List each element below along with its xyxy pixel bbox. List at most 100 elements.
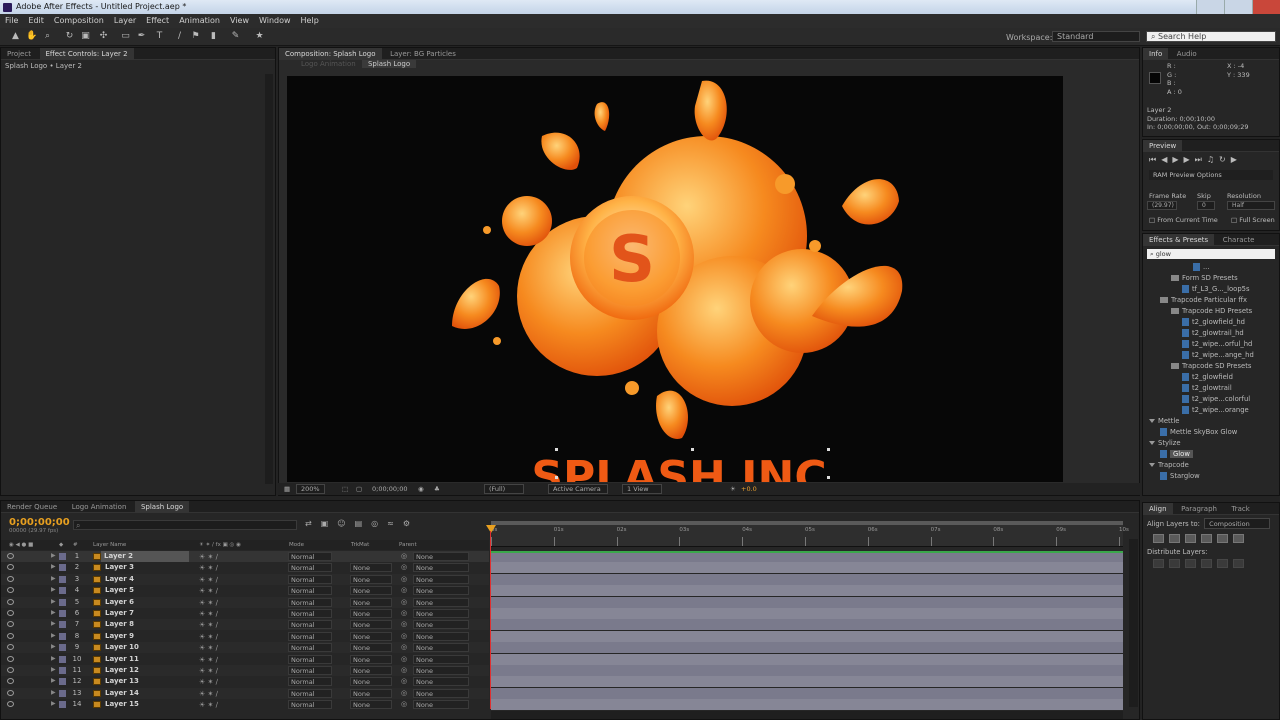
- layer-switches-icon[interactable]: ☀ ✶ ∕: [199, 701, 218, 709]
- tab-paragraph[interactable]: Paragraph: [1175, 503, 1223, 515]
- layer-name[interactable]: Layer 9: [105, 631, 134, 642]
- layer-switches-icon[interactable]: ☀ ✶ ∕: [199, 621, 218, 629]
- expand-layer-icon[interactable]: ▶: [51, 609, 56, 616]
- pen-tool-icon[interactable]: ✒: [136, 31, 147, 42]
- parent-select[interactable]: None: [413, 609, 469, 618]
- parent-select[interactable]: None: [413, 597, 469, 607]
- expand-layer-icon[interactable]: ▶: [51, 655, 56, 662]
- visibility-eye-icon[interactable]: [7, 689, 14, 696]
- tab-layer-bg-particles[interactable]: Layer: BG Particles: [384, 48, 462, 60]
- track-matte-select[interactable]: None: [350, 620, 392, 630]
- visibility-eye-icon[interactable]: [7, 667, 14, 673]
- minimize-button[interactable]: [1196, 0, 1224, 14]
- expand-layer-icon[interactable]: ▶: [51, 563, 56, 570]
- rotate-tool-icon[interactable]: ↻: [64, 31, 75, 42]
- track-matte-select[interactable]: None: [350, 631, 392, 641]
- exposure-value[interactable]: +0.0: [741, 483, 757, 495]
- label-color-swatch[interactable]: [59, 610, 66, 617]
- layer-row[interactable]: ▶ 14 Layer 15 ☀ ✶ ∕ Normal None ◎ None: [1, 699, 489, 711]
- grid-icon[interactable]: ▦: [284, 483, 290, 495]
- blend-mode-select[interactable]: Normal: [288, 700, 332, 710]
- expand-layer-icon[interactable]: ▶: [51, 677, 56, 684]
- effect-preset-item[interactable]: ...: [1143, 262, 1279, 273]
- layer-duration-bar[interactable]: [491, 562, 1123, 574]
- label-color-swatch[interactable]: [59, 598, 66, 606]
- blend-mode-select[interactable]: Normal: [288, 574, 332, 584]
- next-frame-icon[interactable]: ▶: [1184, 155, 1195, 164]
- snapshot-icon[interactable]: ◉: [418, 483, 424, 495]
- zoom-select[interactable]: 200%: [296, 484, 325, 494]
- full-screen-checkbox[interactable]: □ Full Screen: [1231, 216, 1275, 224]
- distribute-left-icon[interactable]: [1201, 559, 1212, 568]
- layer-row[interactable]: ▶ 1 Layer 2 ☀ ✶ ∕ Normal ◎ None: [1, 551, 489, 562]
- parent-select[interactable]: None: [413, 654, 469, 664]
- track-matte-select[interactable]: None: [350, 688, 392, 698]
- layer-switches-icon[interactable]: ☀ ✶ ∕: [199, 576, 218, 584]
- visibility-eye-icon[interactable]: [7, 701, 14, 708]
- expand-layer-icon[interactable]: ▶: [51, 620, 56, 627]
- layer-row[interactable]: ▶ 5 Layer 6 ☀ ✶ ∕ Normal None ◎ None: [1, 596, 489, 608]
- effect-preset-item[interactable]: Starglow: [1143, 471, 1279, 482]
- pickwhip-icon[interactable]: ◎: [401, 677, 407, 685]
- parent-select[interactable]: None: [413, 620, 469, 630]
- parent-select[interactable]: None: [413, 574, 469, 584]
- effect-preset-item[interactable]: t2_wipe...ange_hd: [1143, 350, 1279, 361]
- left-panel-scrollbar[interactable]: [265, 74, 273, 484]
- footer-timecode[interactable]: 0;00;00;00: [372, 483, 408, 495]
- layer-duration-bar[interactable]: [491, 687, 1123, 699]
- layer-switches-icon[interactable]: ☀ ✶ ∕: [199, 690, 218, 698]
- align-top-icon[interactable]: [1201, 534, 1212, 543]
- layer-name[interactable]: Layer 6: [105, 597, 134, 608]
- effect-preset-item[interactable]: tf_L3_G..._loop5s: [1143, 284, 1279, 295]
- brush-tool-icon[interactable]: ∕: [174, 31, 185, 42]
- effect-preset-item[interactable]: t2_glowtrail_hd: [1143, 328, 1279, 339]
- layer-duration-bar[interactable]: [491, 585, 1123, 597]
- work-area-bar[interactable]: [491, 521, 1123, 525]
- align-bottom-icon[interactable]: [1233, 534, 1244, 543]
- visibility-eye-icon[interactable]: [7, 564, 14, 571]
- blend-mode-select[interactable]: Normal: [288, 666, 332, 675]
- distribute-vcenter-icon[interactable]: [1169, 559, 1180, 568]
- tab-character[interactable]: Characte: [1217, 234, 1261, 246]
- blend-mode-select[interactable]: Normal: [288, 654, 332, 664]
- visibility-eye-icon[interactable]: [7, 644, 14, 651]
- effect-preset-item[interactable]: t2_wipe...orange: [1143, 405, 1279, 416]
- layer-row[interactable]: ▶ 13 Layer 14 ☀ ✶ ∕ Normal None ◎ None: [1, 687, 489, 699]
- pickwhip-icon[interactable]: ◎: [401, 609, 407, 617]
- pickwhip-icon[interactable]: ◎: [401, 563, 407, 571]
- frame-rate-select[interactable]: (29.97): [1147, 201, 1177, 210]
- workspace-select[interactable]: Standard: [1052, 31, 1140, 42]
- play-icon[interactable]: ▶: [1172, 155, 1183, 164]
- tab-info[interactable]: Info: [1143, 48, 1169, 60]
- layer-duration-bar[interactable]: [491, 551, 1123, 562]
- distribute-bottom-icon[interactable]: [1185, 559, 1196, 568]
- pickwhip-icon[interactable]: ◎: [401, 700, 407, 708]
- tab-splash-logo-timeline[interactable]: Splash Logo: [134, 501, 190, 513]
- label-color-swatch[interactable]: [59, 564, 66, 572]
- puppet-tool-icon[interactable]: ★: [254, 31, 265, 42]
- track-matte-select[interactable]: None: [350, 609, 392, 618]
- expand-layer-icon[interactable]: ▶: [51, 598, 56, 605]
- blend-mode-select[interactable]: Normal: [288, 563, 332, 573]
- composition-viewer[interactable]: S SPLASH INC: [287, 76, 1063, 482]
- layer-name[interactable]: Layer 5: [105, 585, 134, 596]
- pickwhip-icon[interactable]: ◎: [401, 575, 407, 583]
- pan-behind-tool-icon[interactable]: ✣: [98, 31, 109, 42]
- visibility-eye-icon[interactable]: [7, 632, 14, 639]
- layer-row[interactable]: ▶ 9 Layer 10 ☀ ✶ ∕ Normal None ◎ None: [1, 642, 489, 654]
- skip-select[interactable]: 0: [1197, 201, 1215, 210]
- parent-select[interactable]: None: [413, 563, 469, 573]
- layer-switches-icon[interactable]: ☀ ✶ ∕: [199, 553, 218, 561]
- graph-editor-icon[interactable]: ≈: [387, 519, 403, 528]
- layer-name[interactable]: Layer 12: [105, 665, 139, 676]
- layer-switches-icon[interactable]: ☀ ✶ ∕: [199, 667, 218, 675]
- menu-file[interactable]: File: [0, 14, 23, 28]
- effect-preset-item[interactable]: t2_glowtrail: [1143, 383, 1279, 394]
- expand-layer-icon[interactable]: ▶: [51, 586, 56, 593]
- layer-duration-bar[interactable]: [491, 642, 1123, 654]
- layer-duration-bar[interactable]: [491, 676, 1123, 688]
- tab-align[interactable]: Align: [1143, 503, 1173, 515]
- track-matte-select[interactable]: None: [350, 677, 392, 687]
- visibility-eye-icon[interactable]: [7, 598, 14, 605]
- layer-duration-bar[interactable]: [491, 619, 1123, 631]
